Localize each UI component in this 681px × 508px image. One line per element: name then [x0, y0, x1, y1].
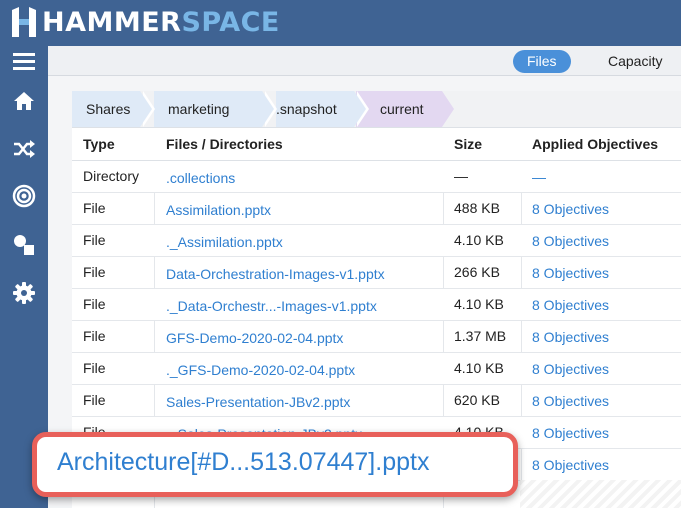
row-file-link[interactable]: Sales-Presentation-JBv2.pptx [166, 387, 350, 419]
row-objectives-link[interactable]: 8 Objectives [532, 194, 609, 226]
breadcrumb-arrow [354, 91, 366, 127]
breadcrumb-snapshot[interactable]: .snapshot [276, 91, 354, 127]
callout-file-link[interactable]: Architecture[#D...513.07447].pptx [57, 448, 429, 477]
table-row[interactable]: File ._Assimilation.pptx 4.10 KB 8 Objectiv… [72, 225, 681, 257]
header-applied-objectives[interactable]: Applied Objectives [532, 128, 658, 161]
row-objectives-link[interactable]: 8 Objectives [532, 258, 609, 290]
row-size: 488 KB [454, 200, 500, 216]
shuffle-icon[interactable] [11, 136, 37, 162]
brand-name-part2: SPACE [181, 6, 280, 38]
table-row[interactable]: File ._GFS-Demo-2020-02-04.pptx 4.10 KB 8 O… [72, 353, 681, 385]
gear-icon[interactable] [11, 280, 37, 306]
header-size[interactable]: Size [454, 128, 482, 161]
table-row[interactable]: File Data-Orchestration-Images-v1.pptx 266… [72, 257, 681, 289]
header-files-directories[interactable]: Files / Directories [166, 128, 283, 161]
row-size: 266 KB [454, 264, 500, 280]
home-icon[interactable] [11, 88, 37, 114]
row-file-link[interactable]: ._Assimilation.pptx [166, 227, 283, 259]
row-objectives-link[interactable]: 8 Objectives [532, 450, 609, 482]
row-objectives-link[interactable]: 8 Objectives [532, 322, 609, 354]
table-row[interactable]: File GFS-Demo-2020-02-04.pptx 1.37 MB 8 Obj… [72, 321, 681, 353]
logo-mark-icon [12, 7, 36, 37]
tab-files[interactable]: Files [513, 50, 571, 73]
breadcrumb-arrow [140, 91, 152, 127]
row-file-link[interactable]: Assimilation.pptx [166, 195, 271, 227]
row-type: File [83, 360, 106, 376]
breadcrumb-shares[interactable]: Shares [72, 91, 140, 127]
view-tabs-bar: Files Capacity [48, 46, 681, 76]
breadcrumb-arrow [442, 91, 454, 127]
highlight-callout: Architecture[#D...513.07447].pptx [32, 432, 518, 497]
row-objectives-link[interactable]: 8 Objectives [532, 354, 609, 386]
row-objectives-link[interactable]: — [532, 162, 546, 194]
row-size: 4.10 KB [454, 296, 504, 312]
row-file-link[interactable]: ._Data-Orchestr...-Images-v1.pptx [166, 291, 377, 323]
row-size: 4.10 KB [454, 360, 504, 376]
table-header: Type Files / Directories Size Applied Ob… [72, 128, 681, 161]
table-row[interactable]: File ._Data-Orchestr...-Images-v1.pptx 4.1… [72, 289, 681, 321]
row-type: File [83, 200, 106, 216]
row-file-link[interactable]: ._GFS-Demo-2020-02-04.pptx [166, 355, 355, 387]
row-file-link[interactable]: Data-Orchestration-Images-v1.pptx [166, 259, 385, 291]
row-type: File [83, 264, 106, 280]
row-objectives-link[interactable]: 8 Objectives [532, 290, 609, 322]
row-objectives-link[interactable]: 8 Objectives [532, 418, 609, 450]
breadcrumb-label: .snapshot [276, 101, 337, 117]
tab-capacity[interactable]: Capacity [594, 50, 676, 73]
breadcrumb-marketing[interactable]: marketing [154, 91, 262, 127]
row-type: File [83, 328, 106, 344]
row-size: 1.37 MB [454, 328, 507, 344]
row-objectives-link[interactable]: 8 Objectives [532, 226, 609, 258]
breadcrumb: Shares marketing .snapshot current [72, 91, 681, 127]
row-file-link[interactable]: .collections [166, 163, 235, 195]
brand-name-part1: HAMMER [42, 6, 182, 38]
target-icon[interactable] [11, 183, 37, 209]
scroll-area-pattern [520, 480, 681, 508]
row-size: — [454, 168, 468, 184]
row-objectives-link[interactable]: 8 Objectives [532, 386, 609, 418]
row-type: File [83, 232, 106, 248]
row-size: 620 KB [454, 392, 500, 408]
breadcrumb-label: Shares [86, 101, 131, 117]
row-type: File [83, 296, 106, 312]
hamburger-menu-icon[interactable] [11, 48, 37, 74]
table-row[interactable]: Directory .collections — — [72, 161, 681, 193]
hammerspace-logo[interactable]: HAMMERSPACE [10, 4, 280, 40]
breadcrumb-label: marketing [168, 101, 230, 117]
row-type: Directory [83, 168, 140, 184]
breadcrumb-label: current [380, 101, 424, 117]
brand-name: HAMMERSPACE [42, 9, 280, 36]
header-type[interactable]: Type [83, 128, 115, 161]
top-header: HAMMERSPACE [0, 0, 681, 46]
table-row[interactable]: File Sales-Presentation-JBv2.pptx 620 KB 8 … [72, 385, 681, 417]
row-file-link[interactable]: GFS-Demo-2020-02-04.pptx [166, 323, 343, 355]
row-type: File [83, 392, 106, 408]
shapes-icon[interactable] [11, 232, 37, 258]
row-size: 4.10 KB [454, 232, 504, 248]
breadcrumb-arrow [262, 91, 274, 127]
table-row[interactable]: File Assimilation.pptx 488 KB 8 Objectives [72, 193, 681, 225]
